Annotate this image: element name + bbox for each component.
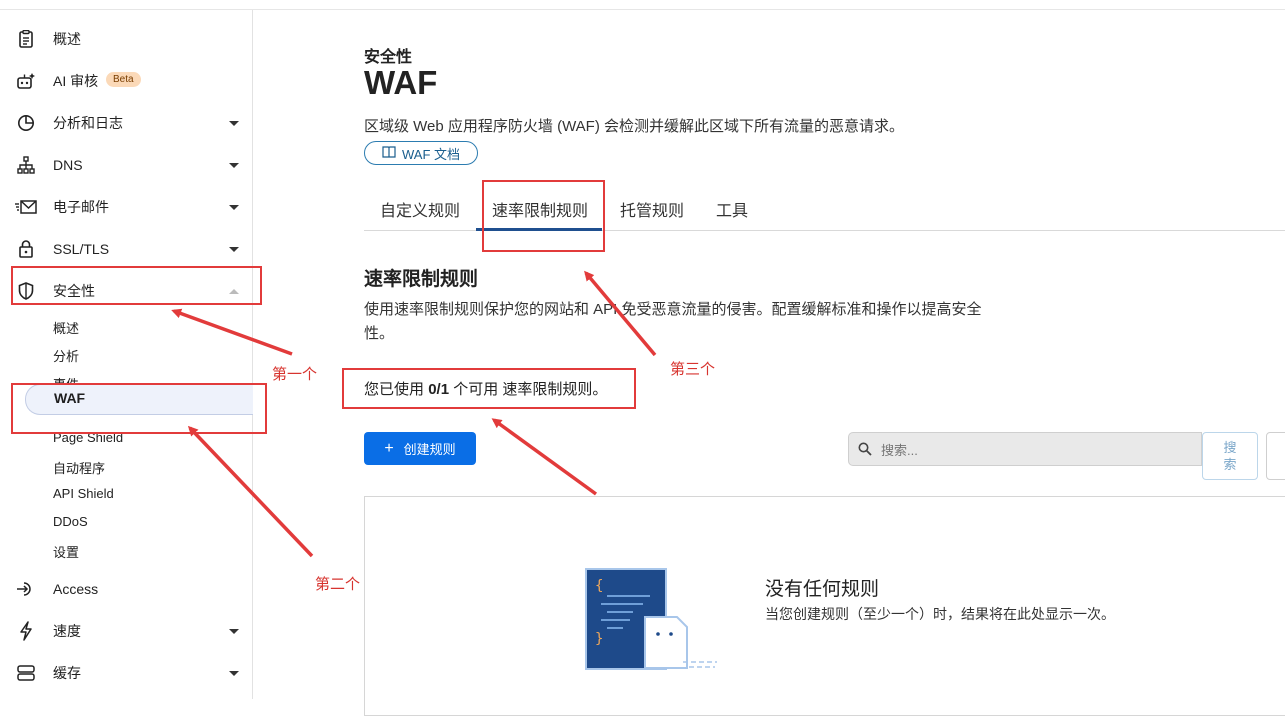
annotation-arrows xyxy=(171,270,657,558)
annotation-label-third: 第三个 xyxy=(670,361,716,378)
annotation-label-second: 第二个 xyxy=(315,576,361,593)
annotation-label-first: 第一个 xyxy=(272,366,318,383)
